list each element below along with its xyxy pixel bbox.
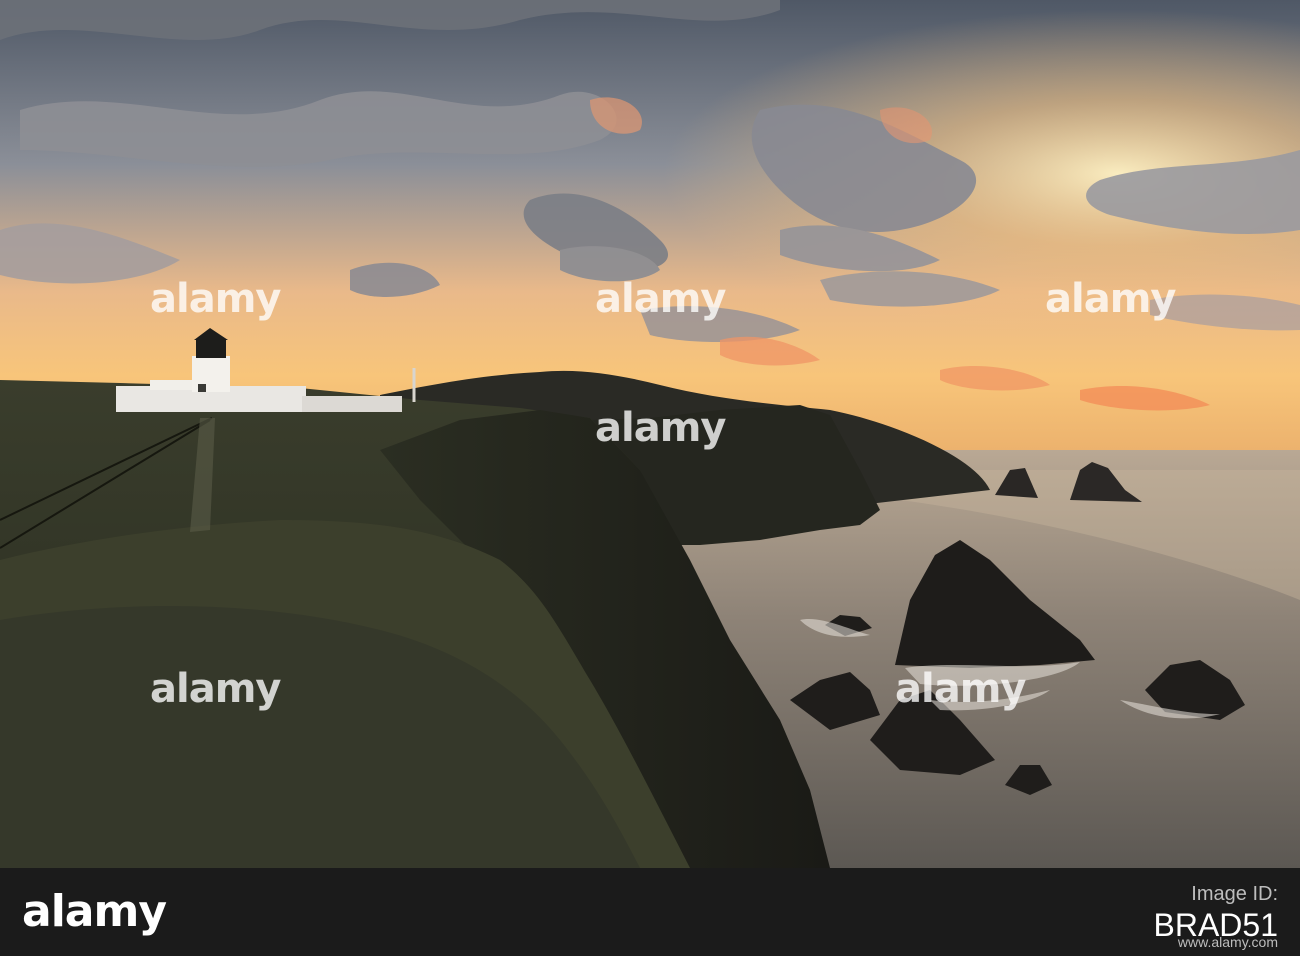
footer-bar: alamy Image ID: BRAD51 www.alamy.com	[0, 868, 1300, 956]
photo: alamy alamy alamy alamy alamy alamy	[0, 0, 1300, 868]
alamy-logo[interactable]: alamy	[22, 886, 167, 937]
lighthouse-lantern	[196, 340, 226, 358]
image-id-label: Image ID:	[1191, 883, 1278, 905]
footer-url[interactable]: www.alamy.com	[1178, 934, 1278, 950]
landscape-scene	[0, 0, 1300, 868]
lighthouse-tower	[192, 356, 230, 392]
